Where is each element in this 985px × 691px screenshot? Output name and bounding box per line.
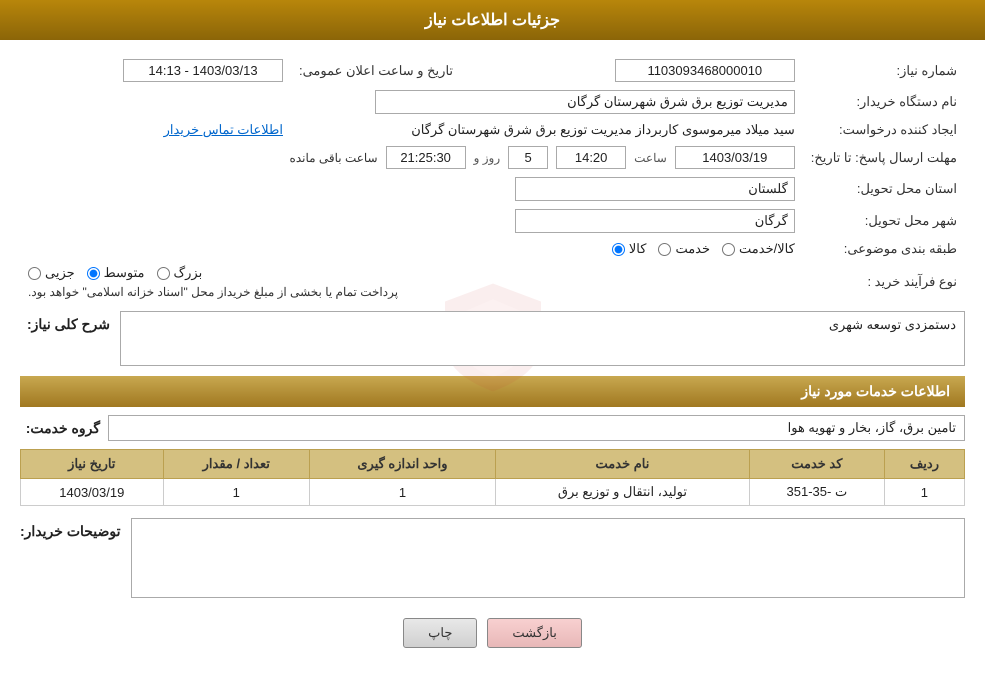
cell-row: 1 xyxy=(884,479,964,506)
row-category: طبقه بندی موضوعی: کالا/خدمت خدمت کالا xyxy=(20,237,965,261)
service-group-row: تامین برق، گاز، بخار و تهویه هوا گروه خد… xyxy=(20,415,965,441)
col-qty: تعداد / مقدار xyxy=(163,450,309,479)
row-buyer-org: نام دستگاه خریدار: مدیریت توزیع برق شرق … xyxy=(20,86,965,118)
purchaseType-radio-2[interactable] xyxy=(87,267,100,280)
purchaseType-radio-3[interactable] xyxy=(157,267,170,280)
buyer-desc-label: توضیحات خریدار: xyxy=(20,518,121,540)
buyer-desc-box xyxy=(131,518,965,598)
print-button[interactable]: چاپ xyxy=(403,618,477,648)
table-header-row: ردیف کد خدمت نام خدمت واحد اندازه گیری ت… xyxy=(21,450,965,479)
category-radio-group: کالا/خدمت خدمت کالا xyxy=(28,241,795,257)
description-value: دستمزدی توسعه شهری xyxy=(829,317,956,332)
time-row: 1403/03/19 ساعت 14:20 5 روز و 21:25:30 س… xyxy=(28,146,795,169)
time-label: ساعت xyxy=(634,151,667,165)
category-radio-1[interactable] xyxy=(612,243,625,256)
row-reply-deadline: مهلت ارسال پاسخ: تا تاریخ: 1403/03/19 سا… xyxy=(20,142,965,173)
description-label: شرح کلی نیاز: xyxy=(20,311,110,333)
category-radio-2[interactable] xyxy=(658,243,671,256)
replyDays-value: 5 xyxy=(508,146,548,169)
purchaseType-option-2: متوسط xyxy=(87,265,145,281)
serviceGroup-label: گروه خدمت: xyxy=(20,420,100,437)
row-creator: ایجاد کننده درخواست: سید میلاد میرموسوی … xyxy=(20,118,965,142)
cell-qty: 1 xyxy=(163,479,309,506)
content-area: شماره نیاز: 1103093468000010 تاریخ و ساع… xyxy=(0,40,985,673)
buyerOrg-label: نام دستگاه خریدار: xyxy=(803,86,965,118)
col-unit: واحد اندازه گیری xyxy=(309,450,495,479)
city-label: شهر محل تحویل: xyxy=(803,205,965,237)
category-option-1: کالا xyxy=(612,241,647,257)
services-table: ردیف کد خدمت نام خدمت واحد اندازه گیری ت… xyxy=(20,449,965,506)
announceDate-label: تاریخ و ساعت اعلان عمومی: xyxy=(291,55,461,86)
category-label: طبقه بندی موضوعی: xyxy=(803,237,965,261)
info-table: شماره نیاز: 1103093468000010 تاریخ و ساع… xyxy=(20,55,965,303)
row-purchase-type: نوع فرآیند خرید : بزرگ متوسط xyxy=(20,261,965,303)
replyRemaining-value: 21:25:30 xyxy=(386,146,466,169)
description-box: دستمزدی توسعه شهری xyxy=(120,311,965,366)
page-wrapper: جزئیات اطلاعات نیاز شماره نیاز: 11030934… xyxy=(0,0,985,691)
cell-name: تولید، انتقال و توزیع برق xyxy=(496,479,750,506)
remaining-label: ساعت باقی مانده xyxy=(290,151,378,165)
province-value: گلستان xyxy=(515,177,795,201)
days-label: روز و xyxy=(474,151,501,165)
announceDate-value: 1403/03/13 - 14:13 xyxy=(123,59,283,82)
purchaseType-option-1: جزیی xyxy=(28,265,75,281)
purchaseType-option-2-label: متوسط xyxy=(104,265,145,281)
description-section: A دستمزدی توسعه شهری شرح کلی نیاز: xyxy=(20,311,965,366)
province-label: استان محل تحویل: xyxy=(803,173,965,205)
category-option-2-label: خدمت xyxy=(675,241,710,257)
cell-unit: 1 xyxy=(309,479,495,506)
purchaseType-radio-1[interactable] xyxy=(28,267,41,280)
back-button[interactable]: بازگشت xyxy=(487,618,581,648)
services-section-title: اطلاعات خدمات مورد نیاز xyxy=(20,376,965,407)
needNumber-label: شماره نیاز: xyxy=(803,55,965,86)
city-value: گرگان xyxy=(515,209,795,233)
buttons-row: بازگشت چاپ xyxy=(20,618,965,648)
category-option-2: خدمت xyxy=(658,241,710,257)
purchaseType-option-3: بزرگ xyxy=(157,265,203,281)
creator-link[interactable]: اطلاعات تماس خریدار xyxy=(164,122,283,137)
cell-date: 1403/03/19 xyxy=(21,479,164,506)
buyer-desc-section: توضیحات خریدار: xyxy=(20,518,965,598)
category-option-3: کالا/خدمت xyxy=(722,241,795,257)
category-option-1-label: کالا xyxy=(629,241,647,257)
purchaseType-label: نوع فرآیند خرید : xyxy=(803,261,965,303)
purchaseType-option-3-label: بزرگ xyxy=(174,265,203,281)
needNumber-value: 1103093468000010 xyxy=(615,59,795,82)
replyDate-value: 1403/03/19 xyxy=(675,146,795,169)
category-radio-3[interactable] xyxy=(722,243,735,256)
page-header: جزئیات اطلاعات نیاز xyxy=(0,0,985,40)
creator-value: سید میلاد میرموسوی کاربرداز مدیریت توزیع… xyxy=(411,122,795,137)
row-city: شهر محل تحویل: گرگان xyxy=(20,205,965,237)
col-row: ردیف xyxy=(884,450,964,479)
purchaseType-note: پرداخت تمام یا بخشی از مبلغ خریداز محل "… xyxy=(28,285,398,299)
col-name: نام خدمت xyxy=(496,450,750,479)
creator-label: ایجاد کننده درخواست: xyxy=(803,118,965,142)
table-head: ردیف کد خدمت نام خدمت واحد اندازه گیری ت… xyxy=(21,450,965,479)
purchaseType-radio-group: بزرگ متوسط جزیی xyxy=(28,265,202,281)
row-need-number: شماره نیاز: 1103093468000010 تاریخ و ساع… xyxy=(20,55,965,86)
cell-code: ت -35-351 xyxy=(749,479,884,506)
table-row: 1 ت -35-351 تولید، انتقال و توزیع برق 1 … xyxy=(21,479,965,506)
replyTime-value: 14:20 xyxy=(556,146,626,169)
col-date: تاریخ نیاز xyxy=(21,450,164,479)
buyerOrg-value: مدیریت توزیع برق شرق شهرستان گرگان xyxy=(375,90,795,114)
page-title: جزئیات اطلاعات نیاز xyxy=(425,12,560,29)
replyDeadline-label: مهلت ارسال پاسخ: تا تاریخ: xyxy=(803,142,965,173)
table-body: 1 ت -35-351 تولید، انتقال و توزیع برق 1 … xyxy=(21,479,965,506)
purchaseType-option-1-label: جزیی xyxy=(45,265,75,281)
serviceGroup-value: تامین برق، گاز، بخار و تهویه هوا xyxy=(108,415,965,441)
category-option-3-label: کالا/خدمت xyxy=(739,241,795,257)
col-code: کد خدمت xyxy=(749,450,884,479)
row-province: استان محل تحویل: گلستان xyxy=(20,173,965,205)
